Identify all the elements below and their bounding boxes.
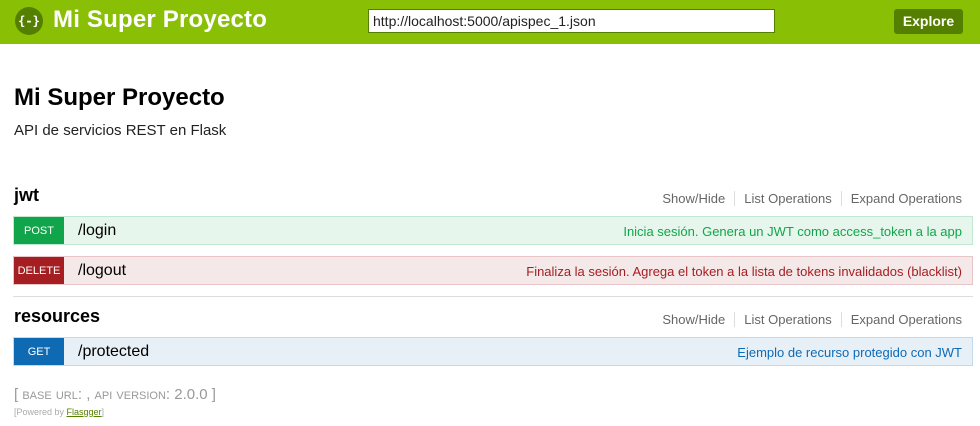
resource-divider (13, 296, 973, 297)
powered-by: [Powered by Flasgger] (14, 407, 104, 417)
app-title[interactable]: Mi Super Proyecto (53, 6, 267, 34)
resource-controls-resources: Show/Hide List Operations Expand Operati… (653, 312, 962, 327)
spec-url-input[interactable] (368, 9, 775, 33)
page-title: Mi Super Proyecto (14, 84, 225, 111)
operation-row[interactable]: DELETE /logout Finaliza la sesión. Agreg… (13, 256, 973, 285)
resource-controls-jwt: Show/Hide List Operations Expand Operati… (653, 191, 962, 206)
operation-path[interactable]: /logout (78, 262, 126, 280)
base-url-info: [ base url: , api version: 2.0.0 ] (14, 386, 216, 403)
powered-suffix: ] (101, 407, 105, 417)
operation-row[interactable]: POST /login Inicia sesión. Genera un JWT… (13, 216, 973, 245)
operation-summary[interactable]: Inicia sesión. Genera un JWT como access… (623, 224, 962, 239)
operation-row[interactable]: GET /protected Ejemplo de recurso proteg… (13, 337, 973, 366)
operation-summary[interactable]: Finaliza la sesión. Agrega el token a la… (526, 264, 962, 279)
method-badge[interactable]: DELETE (14, 257, 64, 284)
explore-button[interactable]: Explore (894, 9, 963, 34)
operation-path[interactable]: /protected (78, 343, 149, 361)
operation-path[interactable]: /login (78, 222, 116, 240)
expand-operations-link[interactable]: Expand Operations (840, 191, 962, 206)
flasgger-link[interactable]: Flasgger (67, 407, 102, 417)
list-operations-link[interactable]: List Operations (734, 312, 840, 327)
swagger-logo-icon[interactable]: {-} (15, 7, 43, 35)
operation-summary[interactable]: Ejemplo de recurso protegido con JWT (737, 345, 962, 360)
powered-prefix: [Powered by (14, 407, 67, 417)
resource-name-resources[interactable]: resources (14, 306, 100, 327)
top-bar: {-} Mi Super Proyecto Explore (0, 0, 980, 44)
expand-operations-link[interactable]: Expand Operations (840, 312, 962, 327)
resource-name-jwt[interactable]: jwt (14, 185, 39, 206)
method-badge[interactable]: POST (14, 217, 64, 244)
show-hide-link[interactable]: Show/Hide (653, 191, 734, 206)
show-hide-link[interactable]: Show/Hide (653, 312, 734, 327)
page-description: API de servicios REST en Flask (14, 122, 227, 139)
method-badge[interactable]: GET (14, 338, 64, 365)
list-operations-link[interactable]: List Operations (734, 191, 840, 206)
